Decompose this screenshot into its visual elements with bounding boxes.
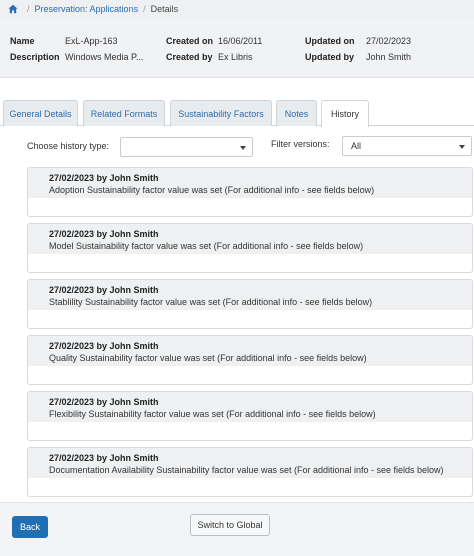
tab-label: Sustainability Factors — [178, 108, 264, 119]
footer-bar: Back Switch to Global — [0, 502, 474, 556]
history-entry-description: Adoption Sustainability factor value was… — [49, 185, 375, 195]
tab-bar: General Details Related Formats Sustaina… — [0, 100, 474, 127]
breadcrumb-separator: / — [143, 4, 146, 14]
history-entry: 27/02/2023 by John Smith Flexibility Sus… — [27, 391, 473, 441]
history-entry: 27/02/2023 by John Smith Model Sustainab… — [27, 223, 473, 273]
history-entry-title: 27/02/2023 by John Smith — [49, 285, 159, 295]
history-entry: 27/02/2023 by John Smith Documentation A… — [27, 447, 473, 497]
breadcrumb: / Preservation: Applications / Details — [0, 0, 474, 18]
back-button[interactable]: Back — [12, 516, 48, 538]
created-by-value: Ex Libris — [218, 52, 253, 62]
history-entry-description: Quality Sustainability factor value was … — [49, 353, 367, 363]
history-entry-description: Stablility Sustainability factor value w… — [49, 297, 373, 307]
history-entry-description: Documentation Availability Sustainabilit… — [49, 465, 444, 475]
updated-on-value: 27/02/2023 — [366, 36, 412, 46]
description-value: Windows Media P... — [65, 52, 144, 62]
history-entry: 27/02/2023 by John Smith Quality Sustain… — [27, 335, 473, 385]
created-on-value: 16/06/2011 — [218, 36, 263, 46]
history-type-select[interactable] — [120, 137, 253, 157]
breadcrumb-parent-link[interactable]: Preservation: Applications — [35, 4, 139, 14]
history-entry-title: 27/02/2023 by John Smith — [49, 173, 159, 183]
updated-by-value: John Smith — [366, 52, 412, 62]
history-entry-title: 27/02/2023 by John Smith — [49, 453, 159, 463]
description-label: Description — [10, 52, 60, 62]
chevron-down-icon — [240, 146, 246, 150]
tab-label: Related Formats — [90, 108, 158, 119]
history-entry-title: 27/02/2023 by John Smith — [49, 229, 159, 239]
history-entry: 27/02/2023 by John Smith Stablility Sust… — [27, 279, 473, 329]
name-value: ExL-App-163 — [65, 36, 118, 46]
tab-label: Notes — [284, 108, 309, 119]
tab-history[interactable]: History — [321, 100, 369, 127]
home-icon[interactable] — [8, 4, 18, 14]
details-header: Name ExL-App-163 Description Windows Med… — [0, 18, 474, 78]
updated-by-label: Updated by — [305, 52, 355, 62]
breadcrumb-current: Details — [150, 4, 179, 14]
switch-to-global-button[interactable]: Switch to Global — [190, 514, 270, 536]
updated-on-label: Updated on — [305, 36, 355, 46]
versions-value: All — [351, 141, 362, 151]
tab-related-formats[interactable]: Related Formats — [83, 100, 165, 126]
versions-select[interactable]: All — [342, 136, 472, 156]
chevron-down-icon — [459, 145, 465, 149]
created-by-label: Created by — [166, 52, 213, 62]
name-label: Name — [10, 36, 35, 46]
tab-label: History — [330, 109, 359, 119]
tab-sustainability-factors[interactable]: Sustainability Factors — [170, 100, 272, 126]
history-entry-title: 27/02/2023 by John Smith — [49, 397, 159, 407]
history-entry-description: Model Sustainability factor value was se… — [49, 241, 364, 251]
created-on-label: Created on — [166, 36, 214, 46]
history-entry: 27/02/2023 by John Smith Adoption Sustai… — [27, 167, 473, 217]
history-type-label: Choose history type: — [27, 141, 110, 151]
versions-label: Filter versions: — [271, 139, 330, 149]
breadcrumb-separator: / — [27, 4, 30, 14]
tab-notes[interactable]: Notes — [276, 100, 317, 126]
tab-general-details[interactable]: General Details — [3, 100, 78, 126]
tab-label: General Details — [9, 108, 72, 119]
history-entry-description: Flexibility Sustainability factor value … — [49, 409, 376, 419]
history-entry-title: 27/02/2023 by John Smith — [49, 341, 159, 351]
